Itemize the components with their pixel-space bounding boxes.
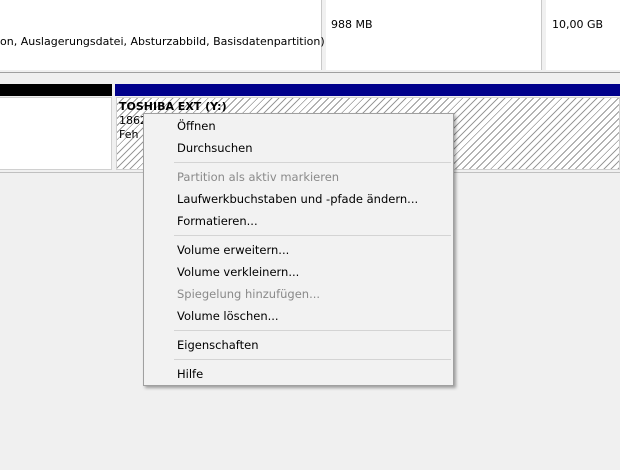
menu-separator <box>174 330 451 331</box>
menu-item-format[interactable]: Formatieren... <box>144 210 453 232</box>
pane-divider[interactable] <box>0 72 620 73</box>
menu-separator <box>174 235 451 236</box>
partition-capacity-text: 10,00 GB <box>552 18 604 31</box>
menu-item-properties[interactable]: Eigenschaften <box>144 334 453 356</box>
menu-item-help[interactable]: Hilfe <box>144 363 453 385</box>
volume-name: TOSHIBA EXT (Y:) <box>119 100 227 113</box>
primary-partition-header-bar <box>115 84 620 96</box>
partition-size-cell[interactable]: 988 MB <box>326 0 542 70</box>
menu-separator <box>174 162 451 163</box>
context-menu: Öffnen Durchsuchen Partition als aktiv m… <box>143 113 454 386</box>
disk-unallocated-header-bar <box>0 84 112 96</box>
partition-status-text: on, Auslagerungsdatei, Absturzabbild, Ba… <box>0 35 325 48</box>
partition-status-cell[interactable]: on, Auslagerungsdatei, Absturzabbild, Ba… <box>0 0 325 70</box>
menu-item-delete-volume[interactable]: Volume löschen... <box>144 305 453 327</box>
partition-capacity-cell[interactable]: 10,00 GB <box>546 0 620 70</box>
menu-item-mark-active: Partition als aktiv markieren <box>177 170 340 184</box>
menu-item-explore[interactable]: Durchsuchen <box>144 137 453 159</box>
menu-item-change-drive-letter[interactable]: Laufwerkbuchstaben und -pfade ändern... <box>144 188 453 210</box>
menu-item-extend-volume[interactable]: Volume erweitern... <box>144 239 453 261</box>
disk-info-block[interactable] <box>0 97 112 170</box>
menu-separator <box>174 359 451 360</box>
menu-item-open[interactable]: Öffnen <box>144 115 453 137</box>
partition-size-text: 988 MB <box>331 18 373 31</box>
menu-item-add-mirror: Spiegelung hinzufügen... <box>177 287 321 301</box>
menu-item-shrink-volume[interactable]: Volume verkleinern... <box>144 261 453 283</box>
